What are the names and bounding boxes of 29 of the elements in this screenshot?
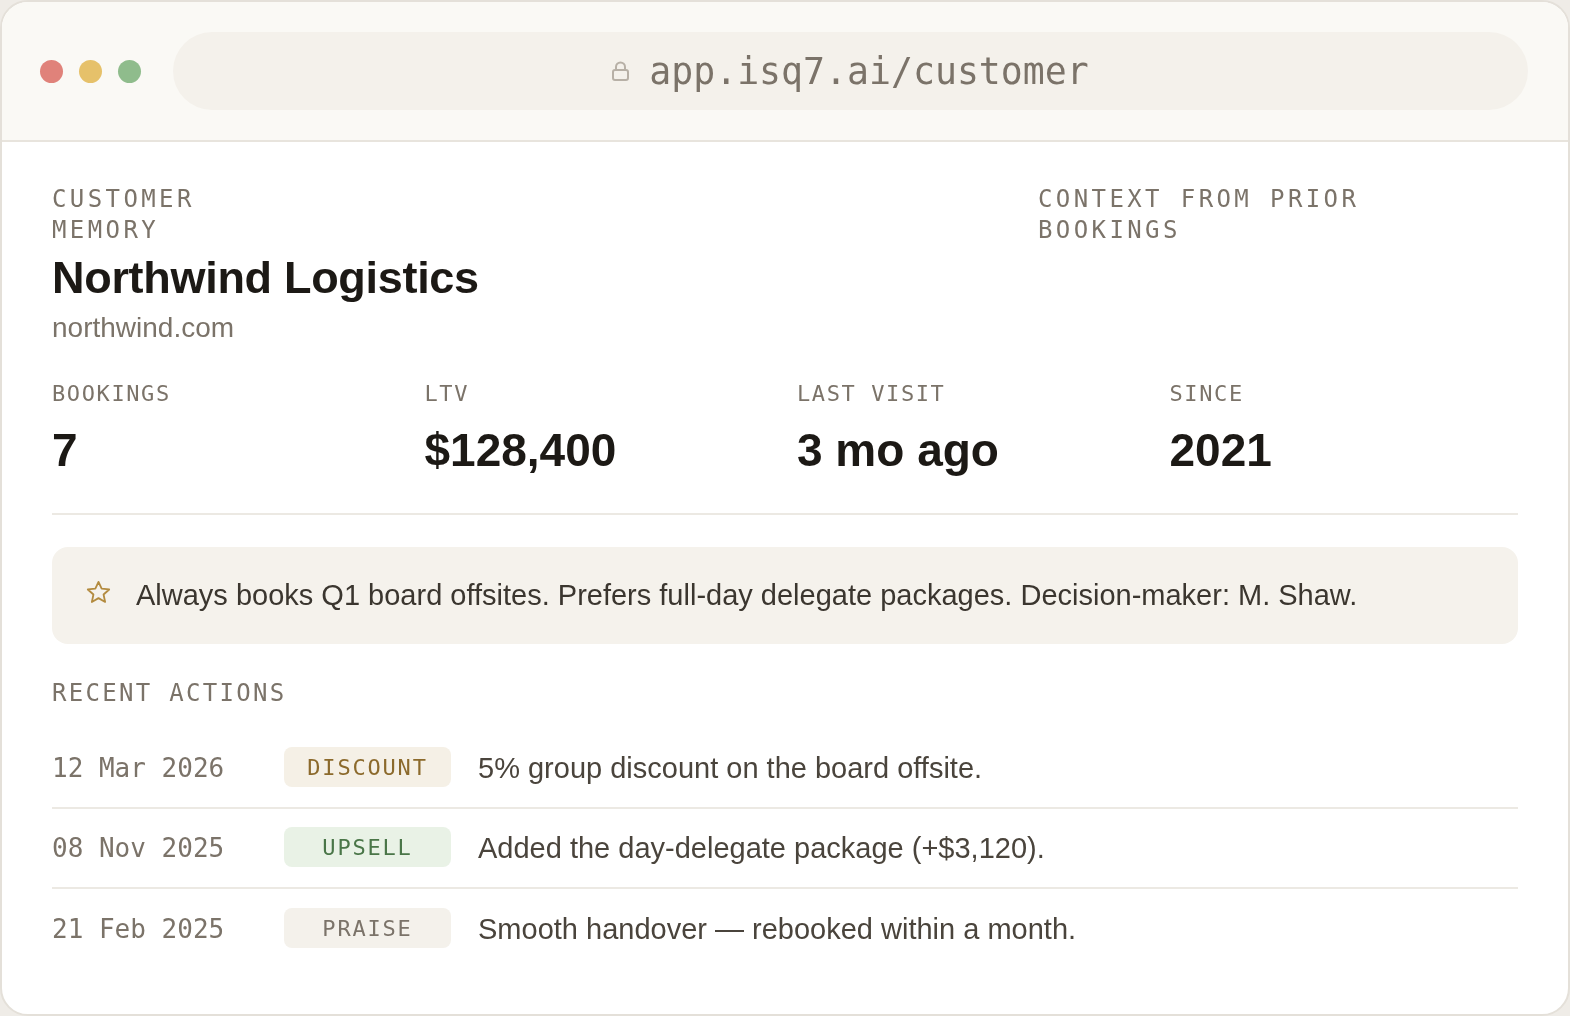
stat-label: LAST VISIT: [797, 380, 947, 408]
action-description: Added the day-delegate package (+$3,120).: [478, 831, 1045, 865]
action-date: 08 Nov 2025: [52, 833, 226, 863]
address-bar[interactable]: app.isq7.ai/customer: [173, 32, 1528, 110]
stat-value: 7: [52, 423, 79, 478]
close-button[interactable]: [40, 59, 63, 83]
stat-label: BOOKINGS: [52, 380, 172, 408]
eyebrow-label: CUSTOMER MEMORY: [52, 184, 196, 246]
stat-label: SINCE: [1169, 380, 1245, 408]
category-tag: PRAISE: [284, 908, 451, 948]
action-description: Smooth handover — rebooked within a month.: [478, 912, 1077, 946]
customer-domain: northwind.com: [52, 311, 236, 345]
stat-label: LTV: [424, 380, 471, 408]
zoom-button[interactable]: [118, 59, 141, 83]
action-description: 5% group discount on the board offsite.: [478, 751, 983, 785]
stat-value: $128,400: [424, 423, 618, 478]
star-icon: [85, 579, 112, 606]
action-date: 21 Feb 2025: [52, 914, 226, 944]
action-date: 12 Mar 2026: [52, 753, 226, 783]
stat-value: 2021: [1169, 423, 1273, 478]
lock-icon: [612, 61, 630, 81]
note-text: Always books Q1 board offsites. Prefers full-day delegate packages. Decision-maker: M. Shaw.: [136, 579, 1358, 612]
category-tag: UPSELL: [284, 827, 451, 867]
section-title: RECENT ACTIONS: [52, 679, 288, 707]
minimize-button[interactable]: [79, 59, 102, 83]
context-label: CONTEXT FROM PRIOR BOOKINGS: [1038, 184, 1361, 246]
category-tag: DISCOUNT: [284, 747, 451, 787]
customer-name: Northwind Logistics: [52, 252, 479, 304]
stat-value: 3 mo ago: [797, 423, 1000, 478]
